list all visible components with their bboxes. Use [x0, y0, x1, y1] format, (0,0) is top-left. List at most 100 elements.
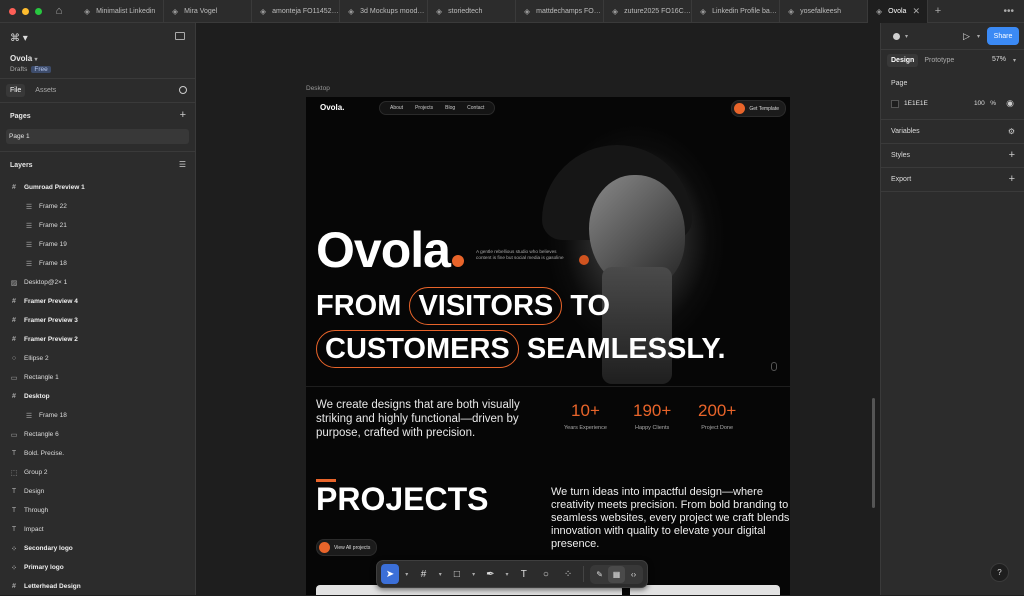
- add-page-button[interactable]: +: [180, 109, 186, 121]
- more-options-icon[interactable]: •••: [1003, 6, 1024, 17]
- tab-file[interactable]: File: [6, 84, 26, 97]
- tab-design[interactable]: Design: [887, 53, 919, 67]
- page-item[interactable]: Page 1: [6, 129, 189, 144]
- layer-item[interactable]: ☰ Frame 19: [0, 235, 195, 254]
- site-brand[interactable]: Ovola.: [320, 103, 344, 112]
- avatar[interactable]: [891, 30, 902, 42]
- view-all-projects-button[interactable]: View All projects: [316, 539, 378, 556]
- file-menu-chevron-icon[interactable]: ▾: [34, 57, 37, 63]
- tab-prototype[interactable]: Prototype: [920, 54, 958, 67]
- browser-tab[interactable]: ◈ Minimalist Linkedin: [76, 0, 164, 23]
- layer-item[interactable]: ☰ Frame 18: [0, 406, 195, 425]
- arrow-icon: [319, 542, 330, 553]
- layer-item[interactable]: ○ Ellipse 2: [0, 349, 195, 368]
- main-menu-icon[interactable]: ⌘ ▾: [10, 33, 185, 44]
- layer-item[interactable]: ⬚ Group 2: [0, 463, 195, 482]
- frame-icon: #: [12, 393, 16, 400]
- dev-mode-icon[interactable]: ‹›: [625, 566, 642, 583]
- close-window-button[interactable]: [9, 7, 16, 15]
- share-button[interactable]: Share: [987, 27, 1019, 45]
- adjust-icon[interactable]: ⚙: [1008, 127, 1015, 136]
- file-location[interactable]: Drafts: [10, 66, 27, 73]
- new-tab-button[interactable]: +: [928, 5, 948, 17]
- layer-item[interactable]: ▭ Rectangle 1: [0, 368, 195, 387]
- layer-item[interactable]: # Framer Preview 3: [0, 311, 195, 330]
- browser-tab[interactable]: ◈ Linkedin Profile ba…: [692, 0, 780, 23]
- chevron-down-icon[interactable]: ▾: [1013, 57, 1016, 64]
- add-export-button[interactable]: +: [1009, 173, 1015, 185]
- zoom-window-button[interactable]: [35, 7, 42, 15]
- layer-item[interactable]: T Design: [0, 482, 195, 501]
- play-icon[interactable]: ▷: [963, 31, 970, 42]
- browser-tab[interactable]: ◈ 3d Mockups mood…: [340, 0, 428, 23]
- layer-item[interactable]: T Impact: [0, 520, 195, 539]
- eye-icon[interactable]: ◉: [1006, 98, 1014, 109]
- rectangle-tool-icon[interactable]: □: [448, 564, 466, 584]
- chevron-down-icon[interactable]: ▾: [470, 564, 477, 584]
- file-name[interactable]: Ovola ▾: [10, 54, 185, 63]
- chevron-down-icon[interactable]: ▾: [977, 33, 980, 40]
- frame-tool-icon[interactable]: #: [414, 564, 432, 584]
- layer-item[interactable]: T Through: [0, 501, 195, 520]
- layers-view-icon[interactable]: ☰: [179, 160, 186, 169]
- layer-item[interactable]: T Bold. Precise.: [0, 444, 195, 463]
- layer-item[interactable]: ⁘ Secondary logo: [0, 539, 195, 558]
- canvas-scrollbar[interactable]: [872, 398, 875, 508]
- tab-assets[interactable]: Assets: [31, 84, 60, 97]
- draw-mode-icon[interactable]: ✎: [591, 566, 608, 583]
- site-nav-link[interactable]: Contact: [462, 104, 489, 112]
- layer-item[interactable]: # Letterhead Design: [0, 577, 195, 596]
- get-template-button[interactable]: Get Template: [731, 100, 786, 117]
- layer-item[interactable]: ▭ Rectangle 6: [0, 425, 195, 444]
- layer-item[interactable]: ☰ Frame 22: [0, 197, 195, 216]
- close-tab-icon[interactable]: ✕: [912, 6, 920, 17]
- site-nav-link[interactable]: Blog: [440, 104, 460, 112]
- layer-item[interactable]: ▨ Desktop@2× 1: [0, 273, 195, 292]
- layer-item[interactable]: # Framer Preview 2: [0, 330, 195, 349]
- chevron-down-icon[interactable]: ▾: [503, 564, 510, 584]
- pen-tool-icon[interactable]: ✒: [481, 564, 499, 584]
- browser-tab[interactable]: ◈ yosefalkeesh: [780, 0, 868, 23]
- layer-item[interactable]: # Framer Preview 4: [0, 292, 195, 311]
- page-opacity[interactable]: 100 %: [974, 100, 996, 107]
- browser-tab[interactable]: ◈ amonteja FO11452…: [252, 0, 340, 23]
- canvas[interactable]: Desktop Ovola. About Projects Blog Contact …: [196, 23, 880, 595]
- layer-item[interactable]: # Gumroad Preview 1: [0, 178, 195, 197]
- search-icon[interactable]: [179, 86, 187, 94]
- layer-item[interactable]: ☰ Frame 18: [0, 254, 195, 273]
- browser-tab[interactable]: ◈ Ovola ✕: [868, 0, 928, 23]
- chevron-down-icon[interactable]: ▾: [403, 564, 410, 584]
- layer-item[interactable]: # Desktop: [0, 387, 195, 406]
- design-mode-icon[interactable]: ▦: [608, 565, 626, 583]
- layer-label: Frame 18: [39, 412, 67, 419]
- actions-tool-icon[interactable]: ⁘: [559, 564, 577, 584]
- add-style-button[interactable]: +: [1009, 149, 1015, 161]
- browser-tab[interactable]: ◈ zuture2025 FO16C…: [604, 0, 692, 23]
- headline-word: SEAMLESSLY.: [526, 333, 726, 365]
- color-swatch[interactable]: [891, 99, 899, 108]
- toggle-sidebar-icon[interactable]: [175, 32, 185, 40]
- export-section: Export +: [881, 168, 1024, 192]
- chevron-down-icon[interactable]: ▾: [905, 33, 908, 40]
- move-tool-icon[interactable]: ➤: [381, 564, 400, 584]
- page-color-row[interactable]: 1E1E1E 100 % ◉: [891, 96, 1014, 111]
- page-color-value[interactable]: 1E1E1E: [904, 100, 928, 107]
- layer-item[interactable]: ☰ Frame 21: [0, 216, 195, 235]
- desktop-frame[interactable]: Ovola. About Projects Blog Contact Get Temp…: [306, 97, 790, 595]
- zoom-level[interactable]: 57%: [992, 56, 1006, 63]
- text-tool-icon[interactable]: T: [515, 564, 533, 584]
- minimize-window-button[interactable]: [22, 7, 29, 15]
- frame-label[interactable]: Desktop: [306, 85, 330, 92]
- browser-tab[interactable]: ◈ Mira Vogel: [164, 0, 252, 23]
- comment-tool-icon[interactable]: ○: [537, 564, 555, 584]
- site-nav-link[interactable]: Projects: [410, 104, 438, 112]
- site-nav-link[interactable]: About: [385, 104, 408, 112]
- layer-item[interactable]: ⁘ Primary logo: [0, 558, 195, 577]
- layer-label: Primary logo: [24, 564, 64, 571]
- browser-tab[interactable]: ◈ mattdechamps FO…: [516, 0, 604, 23]
- browser-tab[interactable]: ◈ storiedtech: [428, 0, 516, 23]
- help-button[interactable]: ?: [990, 563, 1009, 582]
- chevron-down-icon[interactable]: ▾: [437, 564, 444, 584]
- home-icon[interactable]: ⌂: [48, 0, 70, 22]
- layer-label: Frame 21: [39, 222, 67, 229]
